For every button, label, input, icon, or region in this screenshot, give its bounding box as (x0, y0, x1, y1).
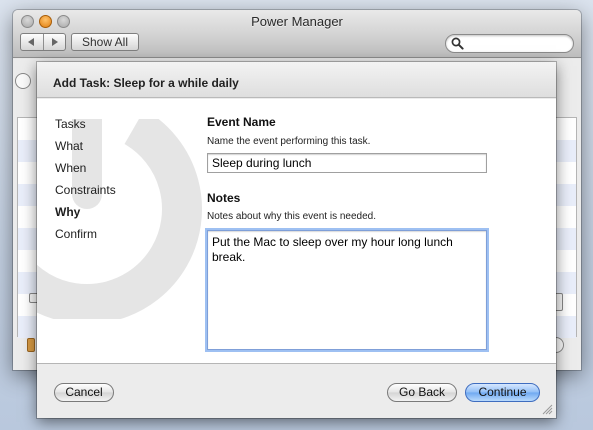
sheet-title: Add Task: Sleep for a while daily (53, 76, 239, 90)
sheet-header: Add Task: Sleep for a while daily (37, 62, 556, 98)
step-when[interactable]: When (55, 157, 116, 179)
forward-button[interactable] (42, 34, 66, 50)
sheet-body: Tasks What When Constraints Why Confirm … (37, 99, 556, 364)
event-name-heading: Event Name (207, 115, 276, 129)
notes-heading: Notes (207, 191, 241, 205)
step-what[interactable]: What (55, 135, 116, 157)
notes-description: Notes about why this event is needed. (207, 211, 376, 222)
show-all-button[interactable]: Show All (71, 33, 139, 51)
background-icon (27, 338, 35, 352)
step-why[interactable]: Why (55, 201, 116, 223)
wizard-steps: Tasks What When Constraints Why Confirm (55, 113, 116, 245)
triangle-right-icon (51, 38, 58, 46)
window-title: Power Manager (251, 14, 343, 29)
notes-text-area[interactable]: Put the Mac to sleep over my hour long l… (207, 230, 487, 350)
event-name-field[interactable]: Sleep during lunch (207, 153, 487, 173)
go-back-button[interactable]: Go Back (387, 383, 457, 402)
background-round-control (15, 73, 31, 89)
sheet-footer: Cancel Go Back Continue (37, 365, 556, 418)
search-field[interactable] (445, 34, 574, 53)
search-icon (451, 37, 464, 50)
resize-grip-icon[interactable] (542, 404, 553, 415)
step-tasks[interactable]: Tasks (55, 113, 116, 135)
window-titlebar[interactable]: Power Manager Show All (13, 10, 581, 58)
triangle-left-icon (28, 38, 35, 46)
back-forward-control (20, 33, 66, 51)
step-confirm[interactable]: Confirm (55, 223, 116, 245)
add-task-sheet: Add Task: Sleep for a while daily Tasks … (37, 62, 556, 418)
event-name-description: Name the event performing this task. (207, 136, 371, 147)
back-button[interactable] (21, 34, 43, 50)
continue-button[interactable]: Continue (465, 383, 540, 402)
step-constraints[interactable]: Constraints (55, 179, 116, 201)
cancel-button[interactable]: Cancel (54, 383, 114, 402)
